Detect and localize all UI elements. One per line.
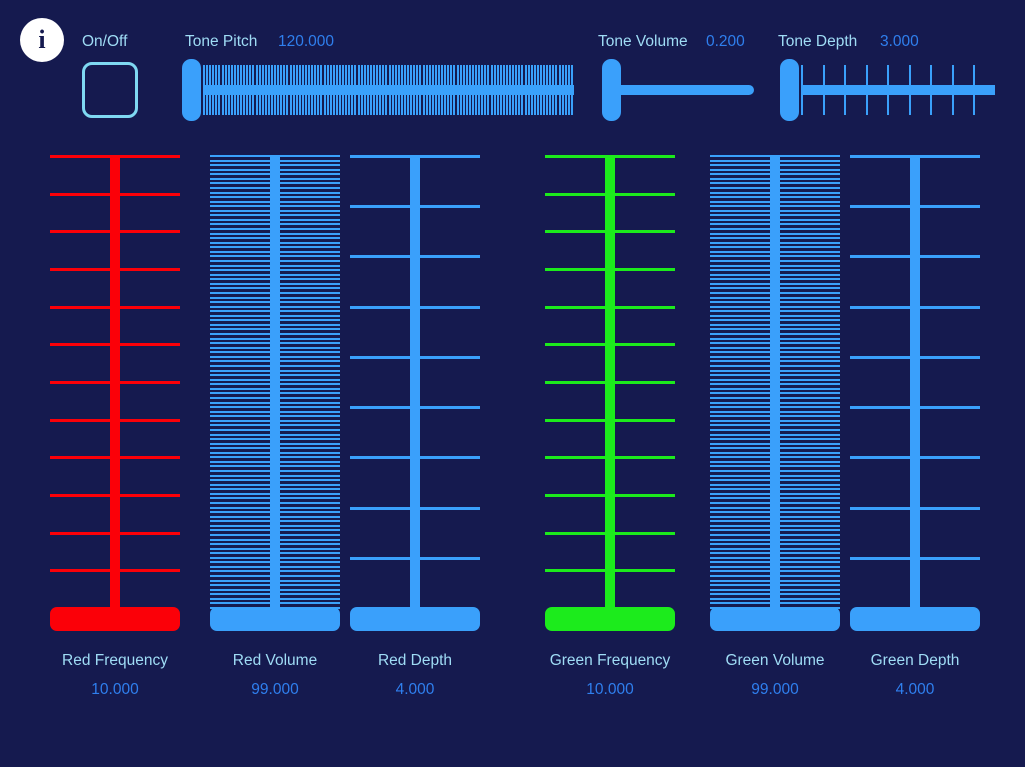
tick-mark xyxy=(537,65,539,115)
tick-mark xyxy=(528,65,530,115)
slider-handle[interactable] xyxy=(545,607,675,631)
tick-mark xyxy=(503,65,505,115)
slider-track[interactable] xyxy=(270,155,280,621)
tick-mark xyxy=(342,65,344,115)
tick-mark xyxy=(515,65,517,115)
tick-mark xyxy=(491,65,493,115)
slider-green-frequency[interactable]: Green Frequency 10.000 xyxy=(545,0,675,767)
tick-mark xyxy=(500,65,502,115)
tick-mark xyxy=(509,65,511,115)
slider-handle[interactable] xyxy=(710,607,840,631)
slider-track[interactable] xyxy=(110,155,120,621)
slider-handle[interactable] xyxy=(350,607,480,631)
tick-mark xyxy=(494,65,496,115)
slider-handle[interactable] xyxy=(210,607,340,631)
slider-label: Green Depth xyxy=(870,652,960,669)
tone-control-panel: i On/Off Tone Pitch 120.000 Tone Volume … xyxy=(0,0,1025,767)
tick-mark xyxy=(203,65,205,115)
slider-red-frequency[interactable]: Red Frequency 10.000 xyxy=(50,0,180,767)
tick-mark xyxy=(540,65,542,115)
slider-track[interactable] xyxy=(770,155,780,621)
slider-value: 10.000 xyxy=(586,681,634,698)
slider-green-volume[interactable]: Green Volume 99.000 xyxy=(710,0,840,767)
tick-mark xyxy=(844,65,846,115)
slider-handle[interactable] xyxy=(182,59,201,121)
slider-value: 4.000 xyxy=(395,681,435,698)
slider-handle[interactable] xyxy=(850,607,980,631)
tick-mark xyxy=(521,65,523,115)
tick-mark xyxy=(531,65,533,115)
slider-label: Green Frequency xyxy=(549,652,671,669)
slider-red-volume[interactable]: Red Volume 99.000 xyxy=(210,0,340,767)
slider-green-depth[interactable]: Green Depth 4.000 xyxy=(850,0,980,767)
slider-track[interactable] xyxy=(410,155,420,621)
slider-track[interactable] xyxy=(910,155,920,621)
slider-label: Red Frequency xyxy=(62,652,168,669)
tick-mark xyxy=(487,65,489,115)
tick-mark xyxy=(497,65,499,115)
slider-red-depth[interactable]: Red Depth 4.000 xyxy=(350,0,480,767)
tick-mark xyxy=(518,65,520,115)
tick-mark xyxy=(525,65,527,115)
slider-handle[interactable] xyxy=(50,607,180,631)
tick-mark xyxy=(534,65,536,115)
tick-mark xyxy=(345,65,347,115)
slider-label: Red Depth xyxy=(377,652,453,669)
tick-mark xyxy=(484,65,486,115)
tick-mark xyxy=(506,65,508,115)
tick-mark xyxy=(206,65,208,115)
slider-value: 10.000 xyxy=(91,681,139,698)
tick-mark xyxy=(512,65,514,115)
slider-value: 4.000 xyxy=(895,681,935,698)
slider-track[interactable] xyxy=(605,155,615,621)
info-icon-glyph: i xyxy=(38,25,46,54)
tick-mark xyxy=(481,65,483,115)
